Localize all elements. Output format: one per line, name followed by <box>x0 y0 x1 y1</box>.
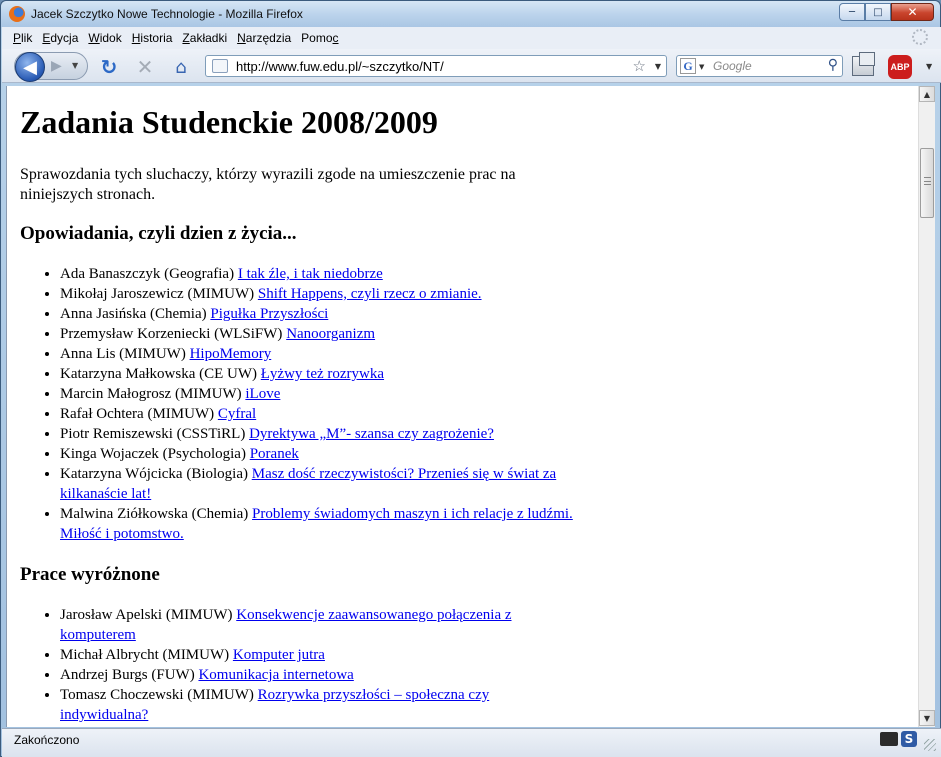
scroll-thumb[interactable] <box>920 148 934 218</box>
window-title: Jacek Szczytko Nowe Technologie - Mozill… <box>31 7 303 21</box>
adblock-dropdown-icon[interactable]: ▼ <box>926 62 932 71</box>
author-name: Andrzej Burgs (FUW) <box>60 667 195 683</box>
author-name: Piotr Remiszewski (CSSTiRL) <box>60 426 246 442</box>
forward-button[interactable]: ▶ <box>51 58 71 76</box>
list-item: Katarzyna Małkowska (CE UW) Łyżwy też ro… <box>60 364 580 384</box>
title-bar[interactable]: Jacek Szczytko Nowe Technologie - Mozill… <box>1 1 940 27</box>
close-button[interactable]: ✕ <box>891 3 934 21</box>
firefox-logo-icon <box>9 6 25 22</box>
work-list: Jarosław Apelski (MIMUW) Konsekwencje za… <box>60 605 918 725</box>
author-name: Katarzyna Małkowska (CE UW) <box>60 366 258 382</box>
list-item: Katarzyna Wójcicka (Biologia) Masz dość … <box>60 464 580 504</box>
list-item: Ada Banaszczyk (Geografia) I tak źle, i … <box>60 264 580 284</box>
caption-buttons: ─ □ ✕ <box>839 3 934 21</box>
resize-grip[interactable] <box>924 739 936 751</box>
author-name: Malwina Ziółkowska (Chemia) <box>60 506 249 522</box>
vertical-scrollbar[interactable]: ▲ ▼ <box>918 86 935 727</box>
list-item: Rafał Ochtera (MIMUW) Cyfral <box>60 404 580 424</box>
work-link[interactable]: iLove <box>245 386 280 402</box>
menu-item[interactable]: Narzędzia <box>232 31 296 45</box>
author-name: Kinga Wojaczek (Psychologia) <box>60 446 246 462</box>
navigation-toolbar: ◀ ▶ ▼ ↻ ✕ ⌂ http://www.fuw.edu.pl/~szczy… <box>2 49 941 83</box>
url-input[interactable]: http://www.fuw.edu.pl/~szczytko/NT/ <box>236 59 444 74</box>
work-link[interactable]: Komputer jutra <box>233 647 325 663</box>
work-link[interactable]: Dyrektywa „M”- szansa czy zagrożenie? <box>249 426 494 442</box>
author-name: Jarosław Apelski (MIMUW) <box>60 607 233 623</box>
search-go-icon[interactable]: ⚲ <box>828 57 838 73</box>
list-item: Anna Jasińska (Chemia) Pigułka Przyszłoś… <box>60 304 580 324</box>
list-item: Andrzej Burgs (FUW) Komunikacja internet… <box>60 665 580 685</box>
author-name: Katarzyna Wójcicka (Biologia) <box>60 466 248 482</box>
menu-item[interactable]: Widok <box>83 31 126 45</box>
reload-button[interactable]: ↻ <box>98 55 120 79</box>
maximize-button[interactable]: □ <box>865 3 891 21</box>
work-list: Ada Banaszczyk (Geografia) I tak źle, i … <box>60 264 918 544</box>
url-history-dropdown-icon[interactable]: ▼ <box>655 62 661 71</box>
stop-button[interactable]: ✕ <box>134 55 156 79</box>
list-item: Malwina Ziółkowska (Chemia) Problemy świ… <box>60 504 580 544</box>
minimize-button[interactable]: ─ <box>839 3 865 21</box>
author-name: Tomasz Choczewski (MIMUW) <box>60 687 254 703</box>
menu-item[interactable]: Plik <box>8 31 37 45</box>
menu-item[interactable]: Zakładki <box>177 31 232 45</box>
window-switch-icon[interactable] <box>852 52 875 76</box>
work-link[interactable]: Nanoorganizm <box>286 326 375 342</box>
status-text: Zakończono <box>14 733 80 747</box>
work-link[interactable]: I tak źle, i tak niedobrze <box>238 266 383 282</box>
menu-item[interactable]: Edycja <box>37 31 83 45</box>
list-item: Kinga Wojaczek (Psychologia) Poranek <box>60 444 580 464</box>
author-name: Anna Lis (MIMUW) <box>60 346 186 362</box>
work-link[interactable]: Pigułka Przyszłości <box>210 306 328 322</box>
author-name: Anna Jasińska (Chemia) <box>60 306 207 322</box>
author-name: Przemysław Korzeniecki (WLSiFW) <box>60 326 283 342</box>
author-name: Ada Banaszczyk (Geografia) <box>60 266 235 282</box>
search-bar[interactable]: G ▼ Google ⚲ <box>676 55 843 77</box>
list-item: Anna Lis (MIMUW) HipoMemory <box>60 344 580 364</box>
section-heading: Opowiadania, czyli dzien z życia... <box>20 223 297 244</box>
work-link[interactable]: Poranek <box>250 446 299 462</box>
author-name: Mikołaj Jaroszewicz (MIMUW) <box>60 286 255 302</box>
list-item: Marcin Małogrosz (MIMUW) iLove <box>60 384 580 404</box>
work-link[interactable]: Komunikacja internetowa <box>198 667 353 683</box>
list-item: Michał Albrycht (MIMUW) Komputer jutra <box>60 645 580 665</box>
menu-item[interactable]: Historia <box>127 31 178 45</box>
author-name: Rafał Ochtera (MIMUW) <box>60 406 215 422</box>
search-input[interactable]: Google <box>713 59 752 73</box>
scroll-down-button[interactable]: ▼ <box>919 710 935 726</box>
page-content: Zadania Studenckie 2008/2009 Sprawozdani… <box>6 86 918 727</box>
author-name: Michał Albrycht (MIMUW) <box>60 647 230 663</box>
search-engine-google-icon[interactable]: G <box>680 58 696 74</box>
home-button[interactable]: ⌂ <box>170 57 192 78</box>
status-addon-icon[interactable] <box>880 732 898 746</box>
author-name: Marcin Małogrosz (MIMUW) <box>60 386 242 402</box>
work-link[interactable]: Cyfral <box>218 406 256 422</box>
browser-window: Jacek Szczytko Nowe Technologie - Mozill… <box>0 0 941 757</box>
back-button[interactable]: ◀ <box>15 52 45 82</box>
list-item: Piotr Remiszewski (CSSTiRL) Dyrektywa „M… <box>60 424 580 444</box>
history-dropdown-icon[interactable]: ▼ <box>72 61 78 70</box>
page-heading: Zadania Studenckie 2008/2009 <box>20 104 438 140</box>
adblock-plus-icon[interactable]: ABP <box>888 55 912 79</box>
address-bar[interactable]: http://www.fuw.edu.pl/~szczytko/NT/ ☆ ▼ <box>205 55 667 77</box>
site-identity-icon[interactable] <box>212 59 228 73</box>
work-link[interactable]: Shift Happens, czyli rzecz o zmianie. <box>258 286 482 302</box>
menu-bar: Plik Edycja Widok Historia Zakładki Narzędzia… <box>2 27 941 49</box>
list-item: Przemysław Korzeniecki (WLSiFW) Nanoorga… <box>60 324 580 344</box>
status-skype-icon[interactable]: S <box>901 731 917 747</box>
activity-throbber-icon <box>912 29 928 45</box>
list-item: Mikołaj Jaroszewicz (MIMUW) Shift Happen… <box>60 284 580 304</box>
list-item: Jarosław Apelski (MIMUW) Konsekwencje za… <box>60 605 580 645</box>
menu-item[interactable]: Pomoc <box>296 31 343 45</box>
list-item: Tomasz Choczewski (MIMUW) Rozrywka przys… <box>60 685 580 725</box>
status-bar: Zakończono S <box>2 728 941 757</box>
intro-text: Sprawozdania tych sluchaczy, którzy wyra… <box>20 166 516 203</box>
section-heading: Prace wyróżnone <box>20 564 160 585</box>
work-link[interactable]: HipoMemory <box>190 346 272 362</box>
scroll-up-button[interactable]: ▲ <box>919 86 935 102</box>
search-engine-dropdown-icon[interactable]: ▼ <box>699 63 704 71</box>
work-link[interactable]: Łyżwy też rozrywka <box>261 366 384 382</box>
bookmark-star-icon[interactable]: ☆ <box>633 57 646 75</box>
